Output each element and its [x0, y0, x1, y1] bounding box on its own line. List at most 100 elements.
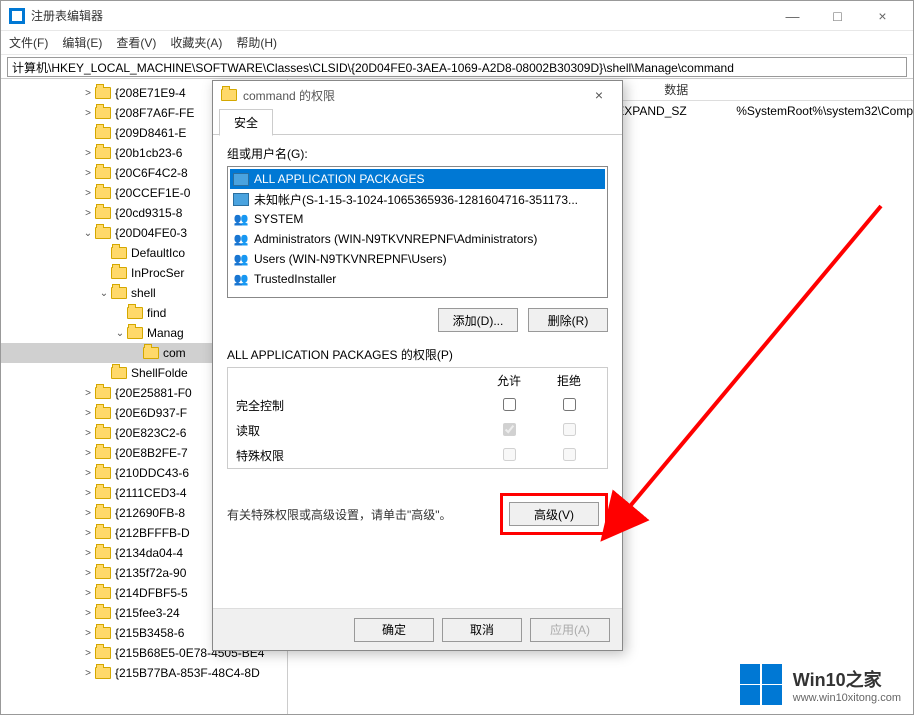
group-label: Users (WIN-N9TKVNREPNF\Users) — [254, 252, 447, 266]
expand-icon[interactable]: > — [81, 528, 95, 539]
group-item[interactable]: Administrators (WIN-N9TKVNREPNF\Administ… — [230, 229, 605, 249]
group-item[interactable]: ALL APPLICATION PACKAGES — [230, 169, 605, 189]
group-item[interactable]: 未知帐户(S-1-15-3-1024-1065365936-1281604716… — [230, 189, 605, 209]
folder-icon — [95, 227, 111, 239]
titlebar: 注册表编辑器 — □ × — [1, 1, 913, 31]
folder-icon — [95, 627, 111, 639]
window-title: 注册表编辑器 — [31, 7, 770, 24]
menu-file[interactable]: 文件(F) — [9, 34, 48, 51]
tree-item-label: {215B3458-6 — [115, 626, 184, 640]
folder-icon — [111, 267, 127, 279]
group-label: TrustedInstaller — [254, 272, 336, 286]
expand-icon[interactable]: > — [81, 648, 95, 659]
group-item[interactable]: Users (WIN-N9TKVNREPNF\Users) — [230, 249, 605, 269]
users-icon — [232, 251, 250, 267]
tree-item-label: {20cd9315-8 — [115, 206, 182, 220]
app-icon — [9, 8, 25, 24]
dialog-close-button[interactable]: × — [584, 87, 614, 103]
folder-icon — [95, 607, 111, 619]
deny-checkbox — [563, 448, 576, 461]
expand-icon[interactable]: > — [81, 508, 95, 519]
folder-icon — [95, 147, 111, 159]
folder-icon — [127, 307, 143, 319]
folder-icon — [143, 347, 159, 359]
group-list[interactable]: ALL APPLICATION PACKAGES 未知帐户(S-1-15-3-10… — [227, 166, 608, 298]
tree-item-label: InProcSer — [131, 266, 184, 280]
tree-item-label: {212690FB-8 — [115, 506, 185, 520]
allow-checkbox[interactable] — [503, 398, 516, 411]
folder-icon — [95, 427, 111, 439]
address-input[interactable] — [7, 57, 907, 77]
dialog-titlebar[interactable]: command 的权限 × — [213, 81, 622, 109]
deny-checkbox[interactable] — [563, 398, 576, 411]
group-item[interactable]: SYSTEM — [230, 209, 605, 229]
tree-item-label: Manag — [147, 326, 184, 340]
value-type: EXPAND_SZ — [608, 104, 728, 118]
folder-icon — [95, 487, 111, 499]
expand-icon[interactable]: > — [81, 208, 95, 219]
tree-item-label: {20E6D937-F — [115, 406, 187, 420]
menu-edit[interactable]: 编辑(E) — [62, 34, 102, 51]
expand-icon[interactable]: ⌄ — [81, 228, 95, 239]
expand-icon[interactable]: > — [81, 148, 95, 159]
folder-icon — [95, 567, 111, 579]
expand-icon[interactable]: > — [81, 388, 95, 399]
expand-icon[interactable]: > — [81, 108, 95, 119]
tree-item-label: {20E8B2FE-7 — [115, 446, 188, 460]
apply-button[interactable]: 应用(A) — [530, 618, 610, 642]
cancel-button[interactable]: 取消 — [442, 618, 522, 642]
maximize-button[interactable]: □ — [815, 2, 860, 30]
menu-view[interactable]: 查看(V) — [116, 34, 156, 51]
expand-icon[interactable]: > — [81, 468, 95, 479]
group-label: Administrators (WIN-N9TKVNREPNF\Administ… — [254, 232, 537, 246]
allow-checkbox — [503, 448, 516, 461]
expand-icon[interactable]: > — [81, 628, 95, 639]
tree-item[interactable]: >{215B77BA-853F-48C4-8D — [1, 663, 287, 683]
close-button[interactable]: × — [860, 2, 905, 30]
menu-help[interactable]: 帮助(H) — [236, 34, 277, 51]
group-label: ALL APPLICATION PACKAGES — [254, 172, 425, 186]
folder-icon — [95, 107, 111, 119]
menu-favorites[interactable]: 收藏夹(A) — [170, 34, 222, 51]
expand-icon[interactable]: > — [81, 548, 95, 559]
tab-security[interactable]: 安全 — [219, 109, 273, 136]
package-icon — [232, 191, 250, 207]
advanced-button[interactable]: 高级(V) — [509, 502, 599, 526]
group-label: 未知帐户(S-1-15-3-1024-1065365936-1281604716… — [254, 191, 578, 208]
tree-item-label: shell — [131, 286, 156, 300]
folder-icon — [95, 447, 111, 459]
tree-item-label: ShellFolde — [131, 366, 188, 380]
group-item[interactable]: TrustedInstaller — [230, 269, 605, 289]
tree-item-label: {20D04FE0-3 — [115, 226, 187, 240]
expand-icon[interactable]: > — [81, 488, 95, 499]
deny-header: 拒绝 — [539, 372, 599, 389]
tree-item-label: {209D8461-E — [115, 126, 186, 140]
users-icon — [232, 231, 250, 247]
remove-button[interactable]: 删除(R) — [528, 308, 608, 332]
tree-item-label: {20E25881-F0 — [115, 386, 192, 400]
minimize-button[interactable]: — — [770, 2, 815, 30]
tree-item-label: com — [163, 346, 186, 360]
expand-icon[interactable]: > — [81, 428, 95, 439]
ok-button[interactable]: 确定 — [354, 618, 434, 642]
folder-icon — [95, 467, 111, 479]
folder-icon — [95, 527, 111, 539]
tree-item-label: {208F7A6F-FE — [115, 106, 194, 120]
col-data[interactable]: 数据 — [656, 81, 728, 98]
expand-icon[interactable]: > — [81, 168, 95, 179]
watermark-url: www.win10xitong.com — [793, 692, 901, 704]
add-button[interactable]: 添加(D)... — [438, 308, 518, 332]
tree-item-label: {214DFBF5-5 — [115, 586, 188, 600]
expand-icon[interactable]: > — [81, 668, 95, 679]
expand-icon[interactable]: > — [81, 188, 95, 199]
expand-icon[interactable]: > — [81, 568, 95, 579]
expand-icon[interactable]: ⌄ — [113, 328, 127, 339]
expand-icon[interactable]: ⌄ — [97, 288, 111, 299]
expand-icon[interactable]: > — [81, 588, 95, 599]
tree-item-label: {210DDC43-6 — [115, 466, 189, 480]
expand-icon[interactable]: > — [81, 448, 95, 459]
folder-icon — [95, 187, 111, 199]
expand-icon[interactable]: > — [81, 408, 95, 419]
expand-icon[interactable]: > — [81, 608, 95, 619]
expand-icon[interactable]: > — [81, 88, 95, 99]
